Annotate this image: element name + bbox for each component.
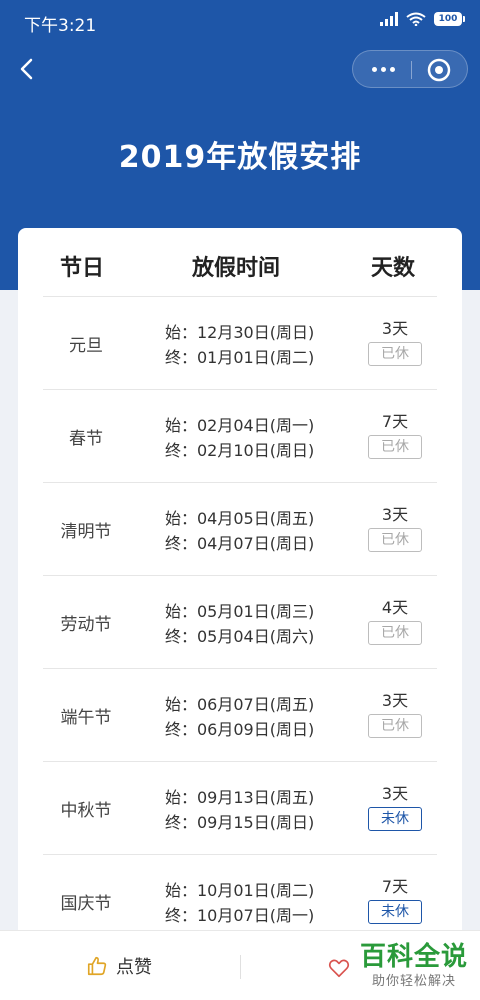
end-date: 终：04月07日(周日) (165, 534, 315, 553)
more-dots-icon[interactable] (367, 51, 399, 87)
status-badge: 未休 (368, 807, 422, 831)
days-count: 4天 (381, 598, 409, 617)
status-badge: 已休 (368, 435, 422, 459)
holiday-days: 3天 已休 (363, 319, 427, 366)
table-row: 中秋节 始：09月13日(周五) 终：09月15日(周日) 3天 未休 (43, 761, 437, 854)
start-date: 始：05月01日(周三) (165, 602, 315, 621)
holiday-period: 始：09月13日(周五) 终：09月15日(周日) (165, 785, 314, 835)
status-badge: 已休 (368, 714, 422, 738)
holiday-days: 3天 未休 (363, 784, 427, 831)
bottom-bar-divider (240, 955, 241, 979)
status-time: 下午3:21 (24, 16, 97, 36)
status-bar: 下午3:21 100 (0, 0, 480, 44)
column-header-festival: 节日 (60, 256, 105, 281)
start-date: 始：10月01日(周二) (165, 881, 315, 900)
table-row: 春节 始：02月04日(周一) 终：02月10日(周日) 7天 已休 (43, 389, 437, 482)
table-header: 节日 放假时间 天数 (18, 228, 462, 296)
table-row: 元旦 始：12月30日(周日) 终：01月01日(周二) 3天 已休 (43, 296, 437, 389)
days-count: 3天 (381, 319, 409, 338)
table-row: 劳动节 始：05月01日(周三) 终：05月04日(周六) 4天 已休 (43, 575, 437, 668)
target-icon[interactable] (426, 57, 452, 83)
signal-icon (380, 12, 398, 26)
holiday-days: 7天 已休 (363, 412, 427, 459)
days-count: 3天 (381, 784, 409, 803)
holiday-period: 始：12月30日(周日) 终：01月01日(周二) (165, 320, 314, 370)
watermark-logo: 百科全说 助你轻松解决 (355, 941, 473, 991)
holiday-period: 始：04月05日(周五) 终：04月07日(周日) (165, 506, 314, 556)
holiday-period: 始：06月07日(周五) 终：06月09日(周日) (165, 692, 314, 742)
days-count: 3天 (381, 691, 409, 710)
holiday-period: 始：05月01日(周三) 终：05月04日(周六) (165, 599, 314, 649)
like-label: 点赞 (116, 957, 152, 978)
holiday-days: 3天 已休 (363, 691, 427, 738)
days-count: 7天 (381, 877, 409, 896)
festival-name: 清明节 (60, 522, 112, 542)
festival-name: 端午节 (60, 708, 112, 728)
watermark-main: 百科全说 (359, 942, 468, 972)
chevron-left-icon (20, 58, 33, 80)
festival-name: 春节 (69, 429, 103, 449)
status-badge: 未休 (368, 900, 422, 924)
column-header-period: 放假时间 (192, 256, 281, 281)
column-header-days: 天数 (371, 256, 416, 281)
wifi-icon (406, 12, 426, 26)
start-date: 始：02月04日(周一) (165, 416, 315, 435)
battery-icon: 100 (434, 12, 465, 26)
holiday-days: 7天 未休 (363, 877, 427, 924)
end-date: 终：10月07日(周一) (165, 906, 315, 925)
table-row: 端午节 始：06月07日(周五) 终：06月09日(周日) 3天 已休 (43, 668, 437, 761)
status-badge: 已休 (368, 528, 422, 552)
thumbs-up-icon (87, 956, 107, 976)
heart-icon[interactable] (328, 957, 350, 979)
start-date: 始：12月30日(周日) (165, 323, 315, 342)
end-date: 终：09月15日(周日) (165, 813, 315, 832)
bottom-action-bar: 点赞 百科全说 助你轻松解决 (0, 930, 480, 1000)
holiday-period: 始：02月04日(周一) 终：02月10日(周日) (165, 413, 314, 463)
watermark-sub: 助你轻松解决 (371, 974, 456, 989)
holiday-period: 始：10月01日(周二) 终：10月07日(周一) (165, 878, 314, 928)
holiday-days: 3天 已休 (363, 505, 427, 552)
days-count: 7天 (381, 412, 409, 431)
page-title: 2019年放假安排 (118, 140, 362, 175)
festival-name: 劳动节 (60, 615, 112, 635)
like-button[interactable]: 点赞 (86, 951, 152, 981)
table-row: 清明节 始：04月05日(周五) 终：04月07日(周日) 3天 已休 (43, 482, 437, 575)
status-icons: 100 (380, 12, 465, 26)
start-date: 始：06月07日(周五) (165, 695, 315, 714)
capsule-divider (411, 61, 412, 79)
mini-program-capsule (352, 50, 468, 88)
end-date: 终：05月04日(周六) (165, 627, 315, 646)
holiday-table-card: 节日 放假时间 天数 元旦 始：12月30日(周日) 终：01月01日(周二) … (18, 228, 462, 988)
days-count: 3天 (381, 505, 409, 524)
end-date: 终：06月09日(周日) (165, 720, 315, 739)
status-badge: 已休 (368, 342, 422, 366)
status-badge: 已休 (368, 621, 422, 645)
start-date: 始：04月05日(周五) (165, 509, 315, 528)
end-date: 终：01月01日(周二) (165, 348, 315, 367)
table-body: 元旦 始：12月30日(周日) 终：01月01日(周二) 3天 已休 春节 始：… (43, 296, 437, 947)
festival-name: 元旦 (69, 336, 103, 356)
back-button[interactable] (10, 52, 44, 86)
festival-name: 中秋节 (60, 801, 112, 821)
end-date: 终：02月10日(周日) (165, 441, 315, 460)
holiday-days: 4天 已休 (363, 598, 427, 645)
start-date: 始：09月13日(周五) (165, 788, 315, 807)
